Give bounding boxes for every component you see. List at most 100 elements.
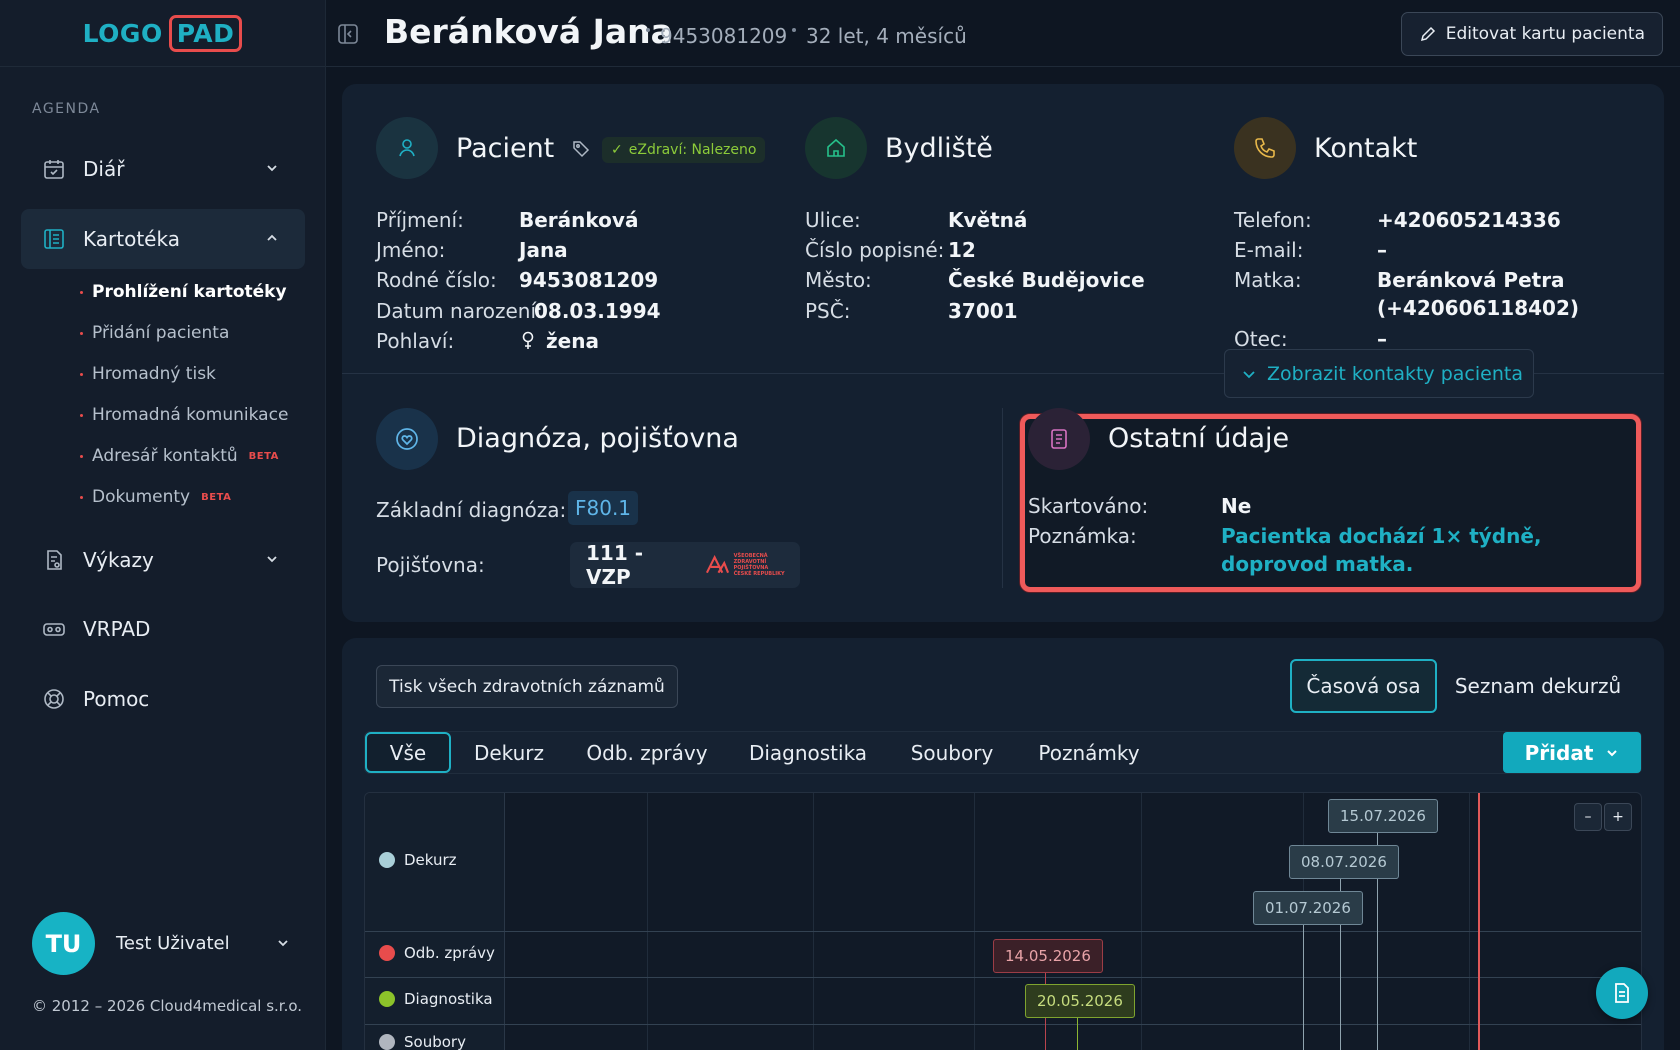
field-label: Skartováno:	[1028, 494, 1149, 518]
timeline-row-labels	[365, 793, 505, 1050]
timeline-event-dekurz[interactable]: 01.07.2026	[1253, 891, 1363, 925]
timeline-row-label: Diagnostika	[404, 990, 493, 1008]
chevron-down-icon	[267, 165, 277, 172]
section-label-agenda: AGENDA	[32, 101, 101, 117]
pencil-icon	[1420, 26, 1435, 42]
timeline-row-label: Odb. zprávy	[404, 944, 495, 962]
user-name: Test Uživatel	[116, 933, 230, 954]
sub-item-adresar[interactable]: Adresář kontaktů BETA	[80, 446, 279, 466]
user-menu[interactable]: TU Test Uživatel	[32, 912, 292, 975]
ezdravi-badge: ✓ eZdraví: Nalezeno	[602, 137, 766, 163]
vzp-logo-mark-icon	[705, 555, 729, 574]
timeline-gridline	[1641, 793, 1642, 1050]
card-file-icon	[41, 226, 67, 252]
header: Beránková Jana 9453081209 32 let, 4 měsí…	[326, 0, 1680, 67]
field-label: Číslo popisné:	[805, 238, 945, 262]
sidebar-item-vrpad[interactable]: VRPAD	[21, 599, 305, 659]
sidebar-item-label: Diář	[83, 157, 125, 181]
insurer-value: 111 - VZP	[586, 541, 644, 589]
tag-icon[interactable]	[572, 140, 590, 158]
header-age: 32 let, 4 měsíců	[806, 24, 967, 48]
separator-dot	[646, 28, 650, 32]
timeline-event-odb-zpravy[interactable]: 14.05.2026	[993, 939, 1103, 973]
chevron-down-icon	[278, 940, 288, 947]
filter-tab-dekurz[interactable]: Dekurz	[462, 732, 556, 773]
filter-tab-vse[interactable]: Vše	[365, 732, 451, 773]
heart-badge-icon	[376, 408, 438, 470]
field-label: Příjmení:	[376, 208, 464, 232]
legend-dot	[379, 991, 395, 1007]
timeline-row-label: Soubory	[404, 1033, 466, 1050]
sidebar-item-diar[interactable]: Diář	[21, 139, 305, 199]
timeline-gridline	[974, 793, 975, 1050]
beta-badge: BETA	[201, 491, 232, 503]
filter-tab-diagnostika[interactable]: Diagnostika	[740, 732, 876, 773]
note-value: Pacientka dochází 1× týdně, doprovod mat…	[1221, 524, 1542, 576]
sub-item-hromadna-komunikace[interactable]: Hromadná komunikace	[80, 405, 288, 425]
sub-item-label: Prohlížení kartotéky	[92, 282, 287, 302]
field-value: +420605214336	[1377, 208, 1561, 232]
timeline-event-dekurz[interactable]: 15.07.2026	[1328, 799, 1438, 833]
chevron-down-icon	[267, 556, 277, 563]
insurer-badge: 111 - VZP VŠEOBECNÁ ZDRAVOTNÍ POJIŠŤOVNA…	[570, 541, 800, 589]
field-value: Beránková	[519, 208, 639, 232]
field-value: České Budějovice	[948, 268, 1145, 292]
edit-patient-button[interactable]: Editovat kartu pacienta	[1400, 12, 1663, 56]
add-record-button[interactable]: Přidat	[1503, 732, 1641, 773]
logo-text-logo: LOGO	[82, 18, 163, 48]
chevron-down-icon	[1607, 749, 1618, 756]
field-label: Telefon:	[1234, 208, 1312, 232]
section-title-patient: Pacient	[456, 133, 555, 164]
zoom-in-button[interactable]: +	[1604, 803, 1632, 831]
field-value: Jana	[519, 238, 568, 262]
view-list-button[interactable]: Seznam dekurzů	[1450, 659, 1626, 713]
view-timeline-button[interactable]: Časová osa	[1290, 659, 1437, 713]
chevron-up-icon	[267, 234, 277, 241]
filter-tab-poznamky[interactable]: Poznámky	[1030, 732, 1148, 773]
filter-tab-soubory[interactable]: Soubory	[900, 732, 1004, 773]
filter-tab-odb-zpravy[interactable]: Odb. zprávy	[578, 732, 716, 773]
timeline-event-line	[1303, 915, 1304, 1050]
diagnosis-code[interactable]: F80.1	[568, 491, 639, 525]
sub-item-label: Adresář kontaktů	[92, 446, 238, 466]
field-label: Pojišťovna:	[376, 553, 485, 577]
print-all-records-button[interactable]: Tisk všech zdravotních záznamů	[376, 665, 678, 708]
sidebar-collapse-icon[interactable]	[336, 22, 360, 46]
ezdravi-badge-text: eZdraví: Nalezeno	[628, 142, 757, 158]
sub-item-pridani[interactable]: Přidání pacienta	[80, 323, 229, 343]
logo[interactable]: LOGO PAD	[82, 14, 243, 52]
sidebar-item-kartoteka[interactable]: Kartotéka	[21, 209, 305, 269]
field-value: –	[1377, 327, 1387, 351]
timeline-event-diagnostika[interactable]: 20.05.2026	[1025, 984, 1135, 1018]
zoom-out-button[interactable]: –	[1574, 803, 1602, 831]
sidebar-item-vykazy[interactable]: Výkazy	[21, 530, 305, 590]
sub-item-dokumenty[interactable]: Dokumenty BETA	[80, 487, 231, 507]
field-value: 12	[948, 238, 976, 262]
timeline-event-dekurz[interactable]: 08.07.2026	[1289, 845, 1399, 879]
sidebar-item-pomoc[interactable]: Pomoc	[21, 669, 305, 729]
section-title-other: Ostatní údaje	[1108, 423, 1290, 454]
logo-bar: LOGO PAD	[0, 0, 325, 67]
sub-item-prohlizeni[interactable]: Prohlížení kartotéky	[80, 282, 287, 302]
field-value: 9453081209	[519, 268, 659, 292]
avatar: TU	[32, 912, 95, 975]
field-value: Ne	[1221, 494, 1252, 518]
timeline-gridline	[1469, 793, 1470, 1050]
document-icon	[1028, 408, 1090, 470]
show-contacts-label: Zobrazit kontakty pacienta	[1267, 362, 1523, 385]
field-label: E-mail:	[1234, 238, 1304, 262]
female-icon	[522, 331, 534, 349]
section-title-residence: Bydliště	[885, 133, 993, 164]
timeline-row-divider	[365, 1024, 1641, 1025]
field-label: Ulice:	[805, 208, 861, 232]
document-icon	[1615, 983, 1629, 1003]
timeline-row-divider	[365, 931, 1641, 932]
legend-dot	[379, 1034, 395, 1050]
sub-item-label: Hromadná komunikace	[92, 405, 289, 425]
timeline-row-dekurz: Dekurz	[379, 851, 457, 869]
floating-document-button[interactable]	[1596, 967, 1648, 1019]
sub-item-hromadny-tisk[interactable]: Hromadný tisk	[80, 364, 216, 384]
edit-patient-label: Editovat kartu pacienta	[1445, 24, 1645, 44]
vr-headset-icon	[41, 616, 67, 642]
show-contacts-button[interactable]: Zobrazit kontakty pacienta	[1224, 349, 1534, 398]
